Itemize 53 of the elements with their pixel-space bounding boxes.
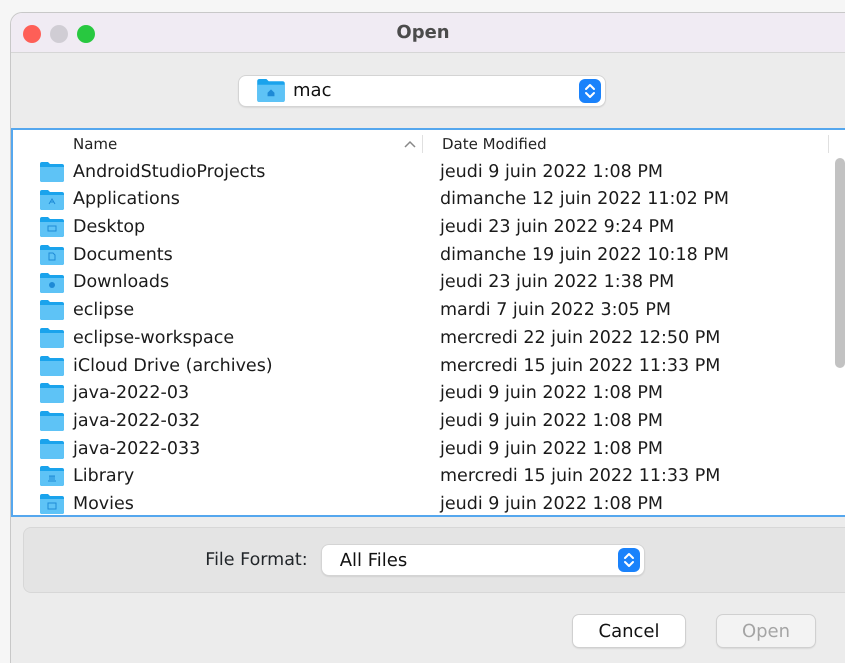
- file-name[interactable]: java-2022-032: [73, 408, 200, 434]
- library-folder-icon: [40, 466, 64, 486]
- desktop-folder-icon: [40, 217, 64, 238]
- file-name[interactable]: java-2022-03: [73, 380, 190, 406]
- close-button[interactable]: [23, 25, 41, 43]
- file-name[interactable]: eclipse: [73, 297, 134, 324]
- folder-icon: [40, 328, 64, 348]
- column-header[interactable]: Name: [73, 132, 118, 156]
- folder-icon: [40, 162, 64, 182]
- home-folder-icon: [257, 79, 285, 102]
- applications-folder-icon: [40, 190, 64, 210]
- location-dropdown[interactable]: mac: [239, 76, 605, 106]
- date-modified: jeudi 9 juin 2022 1:08 PM: [440, 410, 664, 431]
- date-modified: jeudi 9 juin 2022 1:08 PM: [440, 383, 664, 404]
- date-modified: mercredi 15 juin 2022 11:33 PM: [440, 466, 720, 486]
- file-format-label: File Format:: [205, 548, 308, 572]
- folder-icon: [40, 383, 64, 404]
- date-modified: mercredi 22 juin 2022 12:50 PM: [440, 328, 720, 348]
- stepper-icon: [618, 548, 640, 572]
- folder-icon: [40, 356, 64, 376]
- date-modified: dimanche 12 juin 2022 11:02 PM: [440, 189, 729, 210]
- scrollbar-thumb[interactable]: [835, 158, 845, 368]
- file-name[interactable]: iCloud Drive (archives): [73, 352, 273, 379]
- column-header[interactable]: Date Modified: [442, 132, 547, 156]
- cancel-button[interactable]: Cancel: [573, 615, 685, 647]
- date-modified: dimanche 19 juin 2022 10:18 PM: [440, 244, 729, 265]
- file-name[interactable]: Desktop: [73, 214, 146, 240]
- folder-icon: [40, 411, 64, 432]
- file-name[interactable]: Applications: [73, 186, 180, 213]
- minimize-button[interactable]: [50, 25, 68, 43]
- file-name[interactable]: Downloads: [73, 269, 170, 296]
- file-name[interactable]: Library: [73, 463, 134, 490]
- file-name[interactable]: java-2022-033: [73, 436, 200, 462]
- downloads-folder-icon: [40, 272, 64, 293]
- date-modified: jeudi 23 juin 2022 9:24 PM: [440, 217, 674, 238]
- folder-icon: [40, 300, 64, 320]
- stepper-icon: [579, 78, 601, 102]
- date-modified: jeudi 9 juin 2022 1:08 PM: [440, 438, 664, 459]
- file-format-dropdown[interactable]: All Files: [322, 545, 644, 575]
- window-title: Open: [396, 22, 450, 43]
- date-modified: jeudi 9 juin 2022 1:08 PM: [440, 162, 664, 182]
- file-name[interactable]: Documents: [73, 242, 173, 268]
- file-name[interactable]: eclipse-workspace: [73, 324, 234, 352]
- date-modified: jeudi 9 juin 2022 1:08 PM: [440, 494, 664, 514]
- folder-icon: [40, 438, 64, 459]
- file-name[interactable]: AndroidStudioProjects: [73, 158, 266, 185]
- date-modified: mardi 7 juin 2022 3:05 PM: [440, 300, 671, 320]
- documents-folder-icon: [40, 244, 64, 265]
- movies-folder-icon: [40, 494, 64, 514]
- date-modified: mercredi 15 juin 2022 11:33 PM: [440, 356, 720, 376]
- zoom-button[interactable]: [77, 25, 95, 43]
- date-modified: jeudi 23 juin 2022 1:38 PM: [440, 272, 674, 292]
- file-name[interactable]: Movies: [73, 490, 134, 518]
